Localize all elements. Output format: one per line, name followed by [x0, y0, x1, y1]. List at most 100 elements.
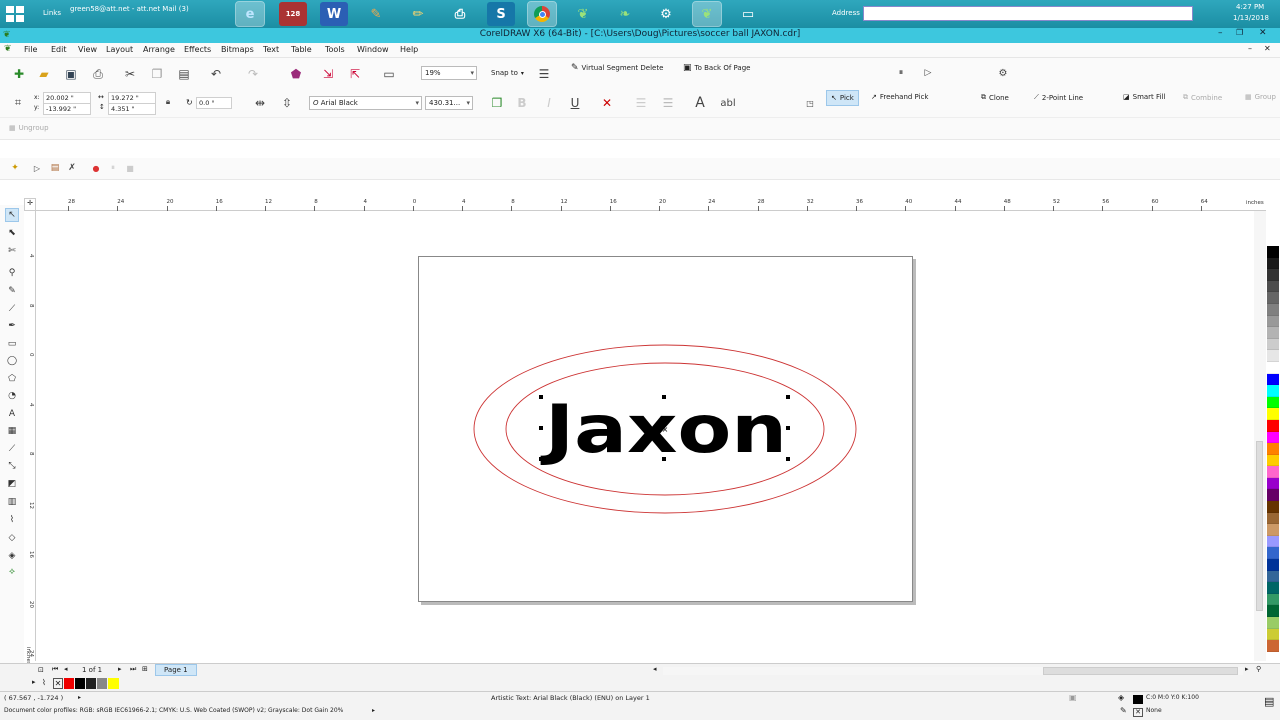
palette-swatch[interactable] — [1267, 269, 1279, 281]
record-macro-icon[interactable]: ● — [89, 161, 103, 175]
italic-icon[interactable]: I — [541, 94, 557, 112]
swatch-gray[interactable] — [97, 678, 107, 689]
indent-icon[interactable]: ☰ — [659, 94, 677, 112]
no-color-swatch[interactable]: ✕ — [53, 678, 63, 689]
mirror-vertical-icon[interactable]: ⇳ — [277, 94, 297, 112]
text-properties-icon[interactable]: A — [690, 93, 710, 113]
menu-tools[interactable]: Tools — [325, 45, 345, 54]
word-icon[interactable]: W — [320, 2, 348, 26]
redo-icon[interactable]: ↷ — [244, 65, 262, 83]
zoom-level-dropdown[interactable]: 19% — [421, 66, 477, 80]
cut-icon[interactable]: ✂ — [121, 65, 139, 83]
rectangle-tool-icon[interactable]: ▭ — [5, 337, 19, 351]
virtual-segment-delete-button[interactable]: ✎ Virtual Segment Delete — [571, 63, 663, 73]
freehand-tool-icon[interactable]: ✎ — [5, 284, 19, 298]
menu-help[interactable]: Help — [400, 45, 418, 54]
palette-swatch[interactable] — [1267, 640, 1279, 652]
start-button[interactable] — [6, 6, 24, 22]
palette-swatch[interactable] — [1267, 443, 1279, 455]
connector-tool-icon[interactable]: ⤡ — [5, 459, 19, 473]
edit-text-button[interactable]: abl — [717, 94, 739, 112]
fill-color-swatch[interactable] — [1133, 695, 1143, 704]
pick-tool-icon[interactable]: ↖ — [5, 208, 19, 222]
address-input[interactable] — [863, 6, 1193, 21]
palette-swatch[interactable] — [1267, 512, 1279, 525]
mail-tab[interactable]: green58@att.net - att.net Mail (3) — [70, 5, 228, 13]
vertical-scroll-thumb[interactable] — [1256, 441, 1263, 611]
palette-swatch[interactable] — [1267, 593, 1279, 606]
palette-swatch[interactable] — [1267, 373, 1279, 386]
menu-layout[interactable]: Layout — [106, 45, 133, 54]
palette-swatch[interactable] — [1267, 454, 1279, 467]
alignment-icon[interactable]: ✕ — [598, 94, 616, 112]
export-icon[interactable]: ⇱ — [345, 65, 365, 83]
palette-swatch[interactable] — [1267, 628, 1279, 641]
palette-swatch[interactable] — [1267, 338, 1279, 351]
freehand-pick-button[interactable]: ↗ Freehand Pick — [871, 93, 928, 101]
menu-text[interactable]: Text — [263, 45, 279, 54]
table-tool-icon[interactable]: ▦ — [5, 424, 19, 438]
palette-swatch[interactable] — [1267, 257, 1279, 270]
palette-swatch[interactable] — [1267, 524, 1279, 536]
palette-swatch[interactable] — [1267, 547, 1279, 560]
macro-delete-icon[interactable]: ✗ — [65, 161, 79, 175]
corel-connect-icon[interactable]: ⬟ — [286, 64, 306, 84]
print-icon[interactable]: ⎙ — [89, 65, 107, 83]
font-list-dropdown[interactable]: O Arial Black — [309, 96, 422, 110]
scroll-left-button[interactable]: ◂ — [653, 665, 657, 673]
links-label[interactable]: Links — [43, 9, 61, 17]
artistic-media-tool-icon[interactable]: ✒ — [5, 319, 19, 333]
corel-active-icon[interactable]: ❦ — [692, 1, 722, 27]
horizontal-scrollbar[interactable] — [663, 667, 1243, 675]
vertical-scrollbar[interactable] — [1254, 211, 1266, 661]
palette-swatch[interactable] — [1267, 292, 1279, 304]
text-tool-icon[interactable]: A — [5, 407, 19, 421]
pencil-icon[interactable]: ✏ — [404, 2, 432, 26]
menu-effects[interactable]: Effects — [184, 45, 211, 54]
last-page-button[interactable]: ⏭ — [130, 665, 136, 674]
blend-tool-icon[interactable]: ◩ — [5, 477, 19, 491]
lock-ratio-icon[interactable]: 🔒︎ — [162, 96, 174, 108]
palette-swatch[interactable] — [1267, 617, 1279, 629]
rotation-field[interactable]: 0.0 ° — [196, 97, 232, 109]
menu-arrange[interactable]: Arrange — [143, 45, 175, 54]
application-launcher-icon[interactable]: ▭ — [379, 65, 399, 83]
page-options-icon[interactable]: ⊡ — [38, 666, 44, 674]
add-page-button[interactable]: ⊞ — [142, 665, 148, 673]
palette-swatch[interactable] — [1267, 246, 1279, 258]
zoom-navigator-icon[interactable]: ⚲ — [1256, 665, 1261, 673]
selection-center-mark[interactable]: × — [662, 425, 669, 434]
options-icon[interactable]: ☰ — [535, 65, 553, 83]
palette-swatch[interactable] — [1267, 431, 1279, 444]
printer-icon[interactable]: ⎙ — [446, 2, 474, 26]
clone-button[interactable]: ⧉ Clone — [981, 93, 1009, 102]
menu-window[interactable]: Window — [357, 45, 389, 54]
palette-swatch[interactable] — [1267, 361, 1279, 374]
eyedropper-icon[interactable]: ⌇ — [42, 678, 46, 687]
basic-shapes-tool-icon[interactable]: ◔ — [5, 389, 19, 403]
height-field[interactable]: 4.351 " — [108, 103, 156, 115]
text-options-icon[interactable]: ❒ — [487, 94, 507, 112]
palette-swatch[interactable] — [1267, 582, 1279, 594]
palette-swatch[interactable] — [1267, 396, 1279, 409]
two-point-line-button[interactable]: ⟋ 2-Point Line — [1034, 93, 1083, 102]
profiles-expand-icon[interactable]: ▸ — [372, 707, 375, 714]
swatch-dark[interactable] — [86, 678, 96, 689]
play-macro-icon[interactable]: ▷ — [920, 65, 936, 81]
combine-button[interactable]: ⧉ Combine — [1183, 93, 1222, 102]
outline-color-swatch[interactable]: ✕ — [1133, 708, 1143, 717]
smart-drawing-tool-icon[interactable]: ⟋ — [5, 302, 19, 316]
smart-fill-button[interactable]: ◪ Smart Fill — [1123, 93, 1165, 101]
macro-manager-icon[interactable]: ✦ — [8, 161, 22, 175]
corel-app-icon[interactable]: ❧ — [611, 2, 639, 26]
snapping-icon[interactable]: ▣ — [1069, 693, 1077, 702]
sway-icon[interactable]: S — [487, 2, 515, 26]
ellipse-tool-icon[interactable]: ◯ — [5, 354, 19, 368]
palette-swatch[interactable] — [1267, 280, 1279, 293]
previous-page-button[interactable]: ◂ — [64, 665, 68, 673]
palette-swatch[interactable] — [1267, 570, 1279, 583]
coreldraw-icon[interactable]: ❦ — [569, 2, 597, 26]
snap-to-dropdown[interactable]: Snap to ▾ — [491, 69, 524, 77]
eyedropper-tool-icon[interactable]: ⌇ — [5, 513, 19, 527]
paste-icon[interactable]: ▤ — [175, 65, 193, 83]
